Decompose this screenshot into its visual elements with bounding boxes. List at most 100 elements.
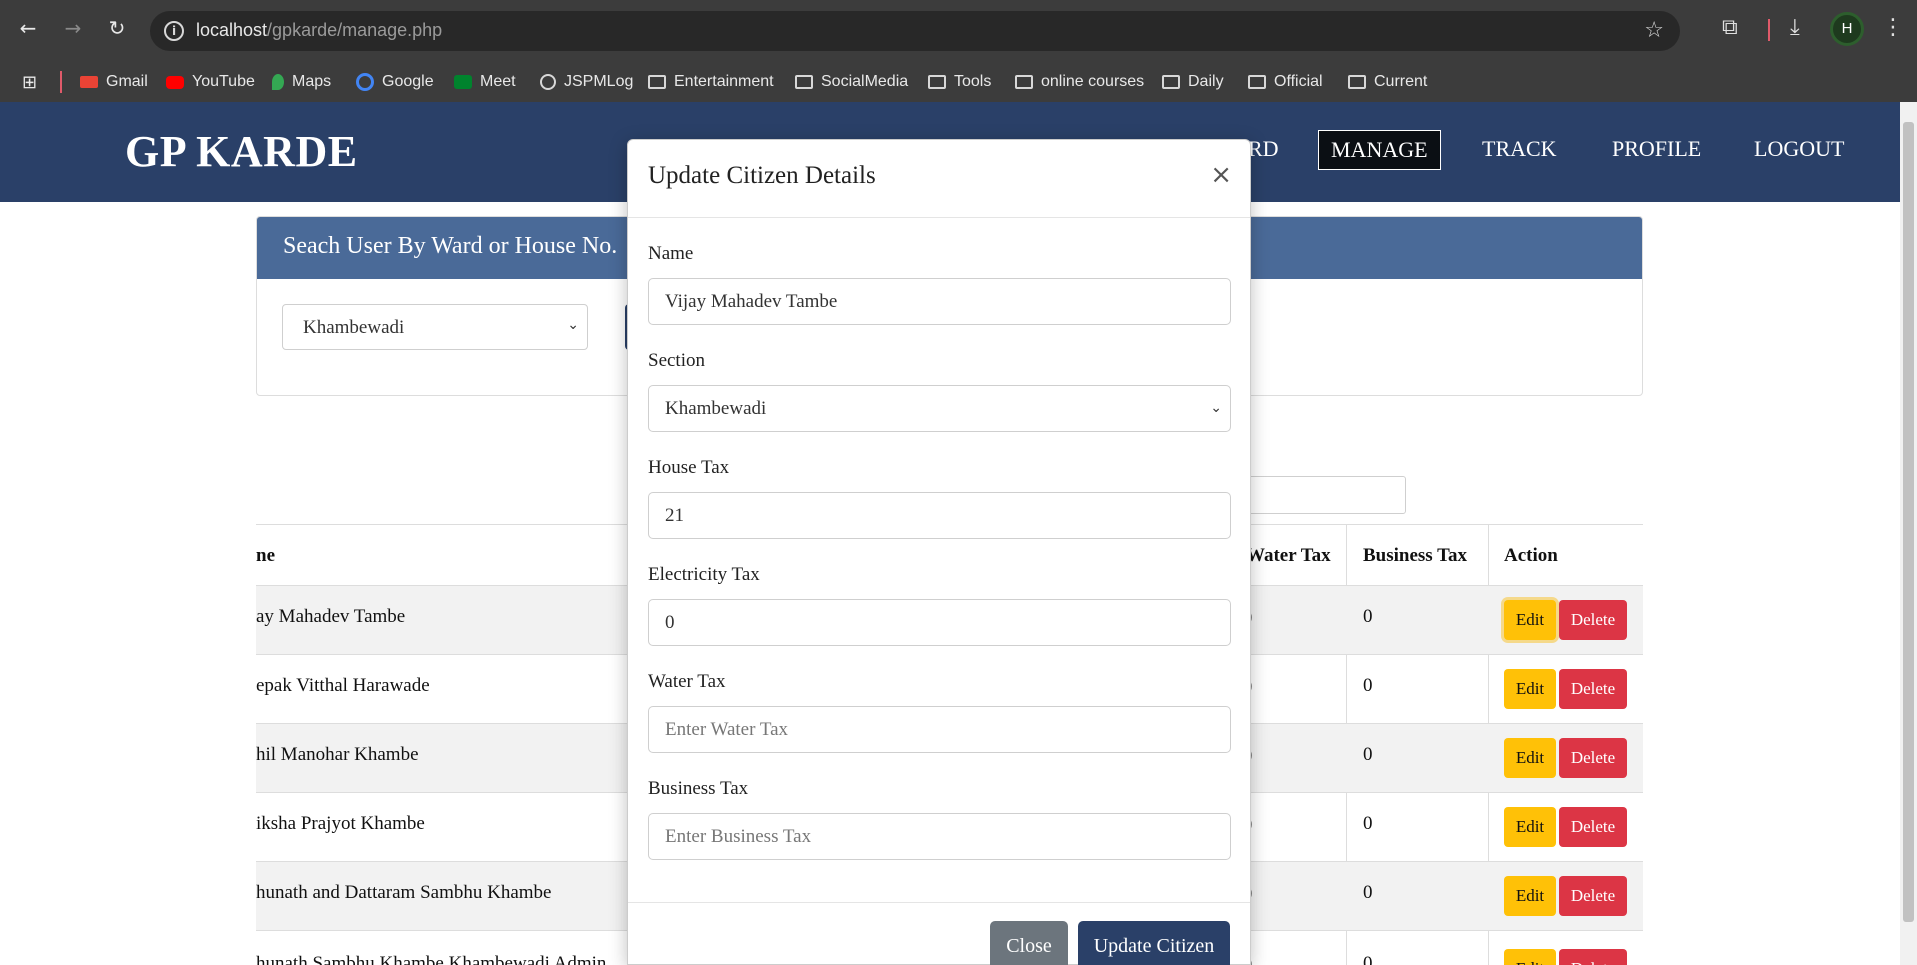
edit-button[interactable]: Edit: [1504, 738, 1556, 778]
back-icon[interactable]: ←: [14, 14, 42, 42]
bookmark-youtube[interactable]: YouTube: [166, 70, 255, 94]
nav-manage[interactable]: MANAGE: [1318, 130, 1441, 170]
update-citizen-modal: Update Citizen Details × Name Vijay Maha…: [627, 139, 1251, 965]
cell-business-tax: 0: [1363, 882, 1373, 903]
page-scrollbar[interactable]: [1900, 102, 1917, 965]
chevron-down-icon: ⌄: [1210, 400, 1222, 416]
nav-track[interactable]: TRACK: [1470, 130, 1569, 168]
edit-button[interactable]: Edit: [1504, 669, 1556, 709]
folder-icon: [928, 75, 946, 89]
url-text[interactable]: localhost/gpkarde/manage.php: [196, 20, 442, 41]
modal-divider: [628, 217, 1250, 218]
name-input[interactable]: Vijay Mahadev Tambe: [648, 278, 1231, 325]
menu-kebab-icon[interactable]: ⋮: [1882, 16, 1904, 40]
cell-name: iksha Prajyot Khambe: [256, 813, 425, 834]
maps-pin-icon: [272, 74, 284, 90]
business-tax-label: Business Tax: [648, 778, 749, 799]
cell-business-tax: 0: [1363, 953, 1373, 965]
business-tax-input[interactable]: Enter Business Tax: [648, 813, 1231, 860]
nav-profile[interactable]: PROFILE: [1600, 130, 1713, 168]
electricity-tax-input[interactable]: 0: [648, 599, 1231, 646]
ward-select[interactable]: Khambewadi ⌄: [282, 304, 588, 350]
update-citizen-button[interactable]: Update Citizen: [1078, 921, 1230, 965]
bookmark-maps[interactable]: Maps: [272, 70, 331, 94]
forward-icon[interactable]: →: [59, 14, 87, 42]
delete-button[interactable]: Delete: [1559, 807, 1627, 847]
reload-icon[interactable]: ↻: [103, 14, 131, 42]
cell-business-tax: 0: [1363, 606, 1373, 627]
house-tax-label: House Tax: [648, 457, 730, 478]
bookmark-gmail[interactable]: Gmail: [80, 70, 148, 94]
cell-name: hunath Sambhu Khambe Khambewadi Admin: [256, 953, 607, 965]
water-tax-input[interactable]: Enter Water Tax: [648, 706, 1231, 753]
cell-business-tax: 0: [1363, 744, 1373, 765]
delete-button[interactable]: Delete: [1559, 949, 1627, 965]
address-bar[interactable]: i localhost/gpkarde/manage.php ☆: [150, 11, 1680, 51]
close-button[interactable]: Close: [990, 921, 1068, 965]
header-business-tax: Business Tax: [1363, 545, 1468, 566]
site-info-icon[interactable]: i: [164, 21, 184, 41]
cell-name: ay Mahadev Tambe: [256, 606, 406, 627]
close-icon[interactable]: ×: [1210, 160, 1232, 190]
modal-footer-divider: [628, 902, 1250, 903]
delete-button[interactable]: Delete: [1559, 876, 1627, 916]
cell-name: hil Manohar Khambe: [256, 744, 419, 765]
delete-button[interactable]: Delete: [1559, 669, 1627, 709]
edit-button[interactable]: Edit: [1504, 876, 1556, 916]
chevron-down-icon: ⌄: [567, 317, 579, 333]
apps-grid-icon[interactable]: ⊞: [22, 70, 37, 94]
delete-button[interactable]: Delete: [1559, 738, 1627, 778]
header-water-tax: Water Tax: [1246, 545, 1331, 566]
download-icon[interactable]: ⤓: [1790, 16, 1800, 40]
bookmark-google[interactable]: Google: [356, 70, 434, 94]
bookmark-tools[interactable]: Tools: [928, 70, 991, 94]
globe-icon: [540, 74, 556, 90]
folder-icon: [1162, 75, 1180, 89]
gmail-icon: [80, 76, 98, 88]
separator: [60, 71, 62, 93]
folder-icon: [1248, 75, 1266, 89]
section-label: Section: [648, 350, 705, 371]
folder-icon: [648, 75, 666, 89]
bookmark-entertainment[interactable]: Entertainment: [648, 70, 774, 94]
browser-toolbar: ← → ↻ i localhost/gpkarde/manage.php ☆ ⧉…: [0, 0, 1917, 62]
bookmark-daily[interactable]: Daily: [1162, 70, 1224, 94]
house-tax-input[interactable]: 21: [648, 492, 1231, 539]
header-action: Action: [1504, 545, 1558, 566]
bookmark-official[interactable]: Official: [1248, 70, 1323, 94]
cell-name: hunath and Dattaram Sambhu Khambe: [256, 882, 552, 903]
water-tax-label: Water Tax: [648, 671, 726, 692]
bookmarks-bar: ⊞ Gmail YouTube Maps Google Meet JSPMLog…: [0, 62, 1917, 102]
electricity-tax-label: Electricity Tax: [648, 564, 760, 585]
edit-button[interactable]: Edit: [1504, 600, 1556, 640]
youtube-icon: [166, 75, 184, 89]
modal-title: Update Citizen Details: [648, 162, 876, 189]
delete-button[interactable]: Delete: [1559, 600, 1627, 640]
edit-button[interactable]: Edit: [1504, 807, 1556, 847]
bookmark-online-courses[interactable]: online courses: [1015, 70, 1144, 94]
bookmark-current[interactable]: Current: [1348, 70, 1427, 94]
bookmark-star-icon[interactable]: ☆: [1644, 18, 1664, 43]
bookmark-meet[interactable]: Meet: [454, 70, 516, 94]
profile-avatar[interactable]: H: [1830, 12, 1864, 46]
meet-icon: [454, 75, 472, 89]
brand-logo[interactable]: GP KARDE: [125, 126, 358, 177]
cell-business-tax: 0: [1363, 813, 1373, 834]
nav-logout[interactable]: LOGOUT: [1742, 130, 1856, 168]
folder-icon: [1015, 75, 1033, 89]
name-label: Name: [648, 243, 694, 264]
extensions-icon[interactable]: ⧉: [1722, 16, 1738, 40]
separator: [1768, 19, 1770, 41]
bookmark-socialmedia[interactable]: SocialMedia: [795, 70, 908, 94]
bookmark-jspmlog[interactable]: JSPMLog: [540, 70, 633, 94]
scrollbar-thumb[interactable]: [1903, 122, 1914, 922]
edit-button[interactable]: Edit: [1504, 949, 1556, 965]
cell-business-tax: 0: [1363, 675, 1373, 696]
cell-name: epak Vitthal Harawade: [256, 675, 430, 696]
folder-icon: [1348, 75, 1366, 89]
table-search-input[interactable]: [1240, 476, 1406, 514]
folder-icon: [795, 75, 813, 89]
header-name: ne: [256, 545, 275, 566]
google-icon: [356, 73, 374, 91]
section-select[interactable]: Khambewadi ⌄: [648, 385, 1231, 432]
